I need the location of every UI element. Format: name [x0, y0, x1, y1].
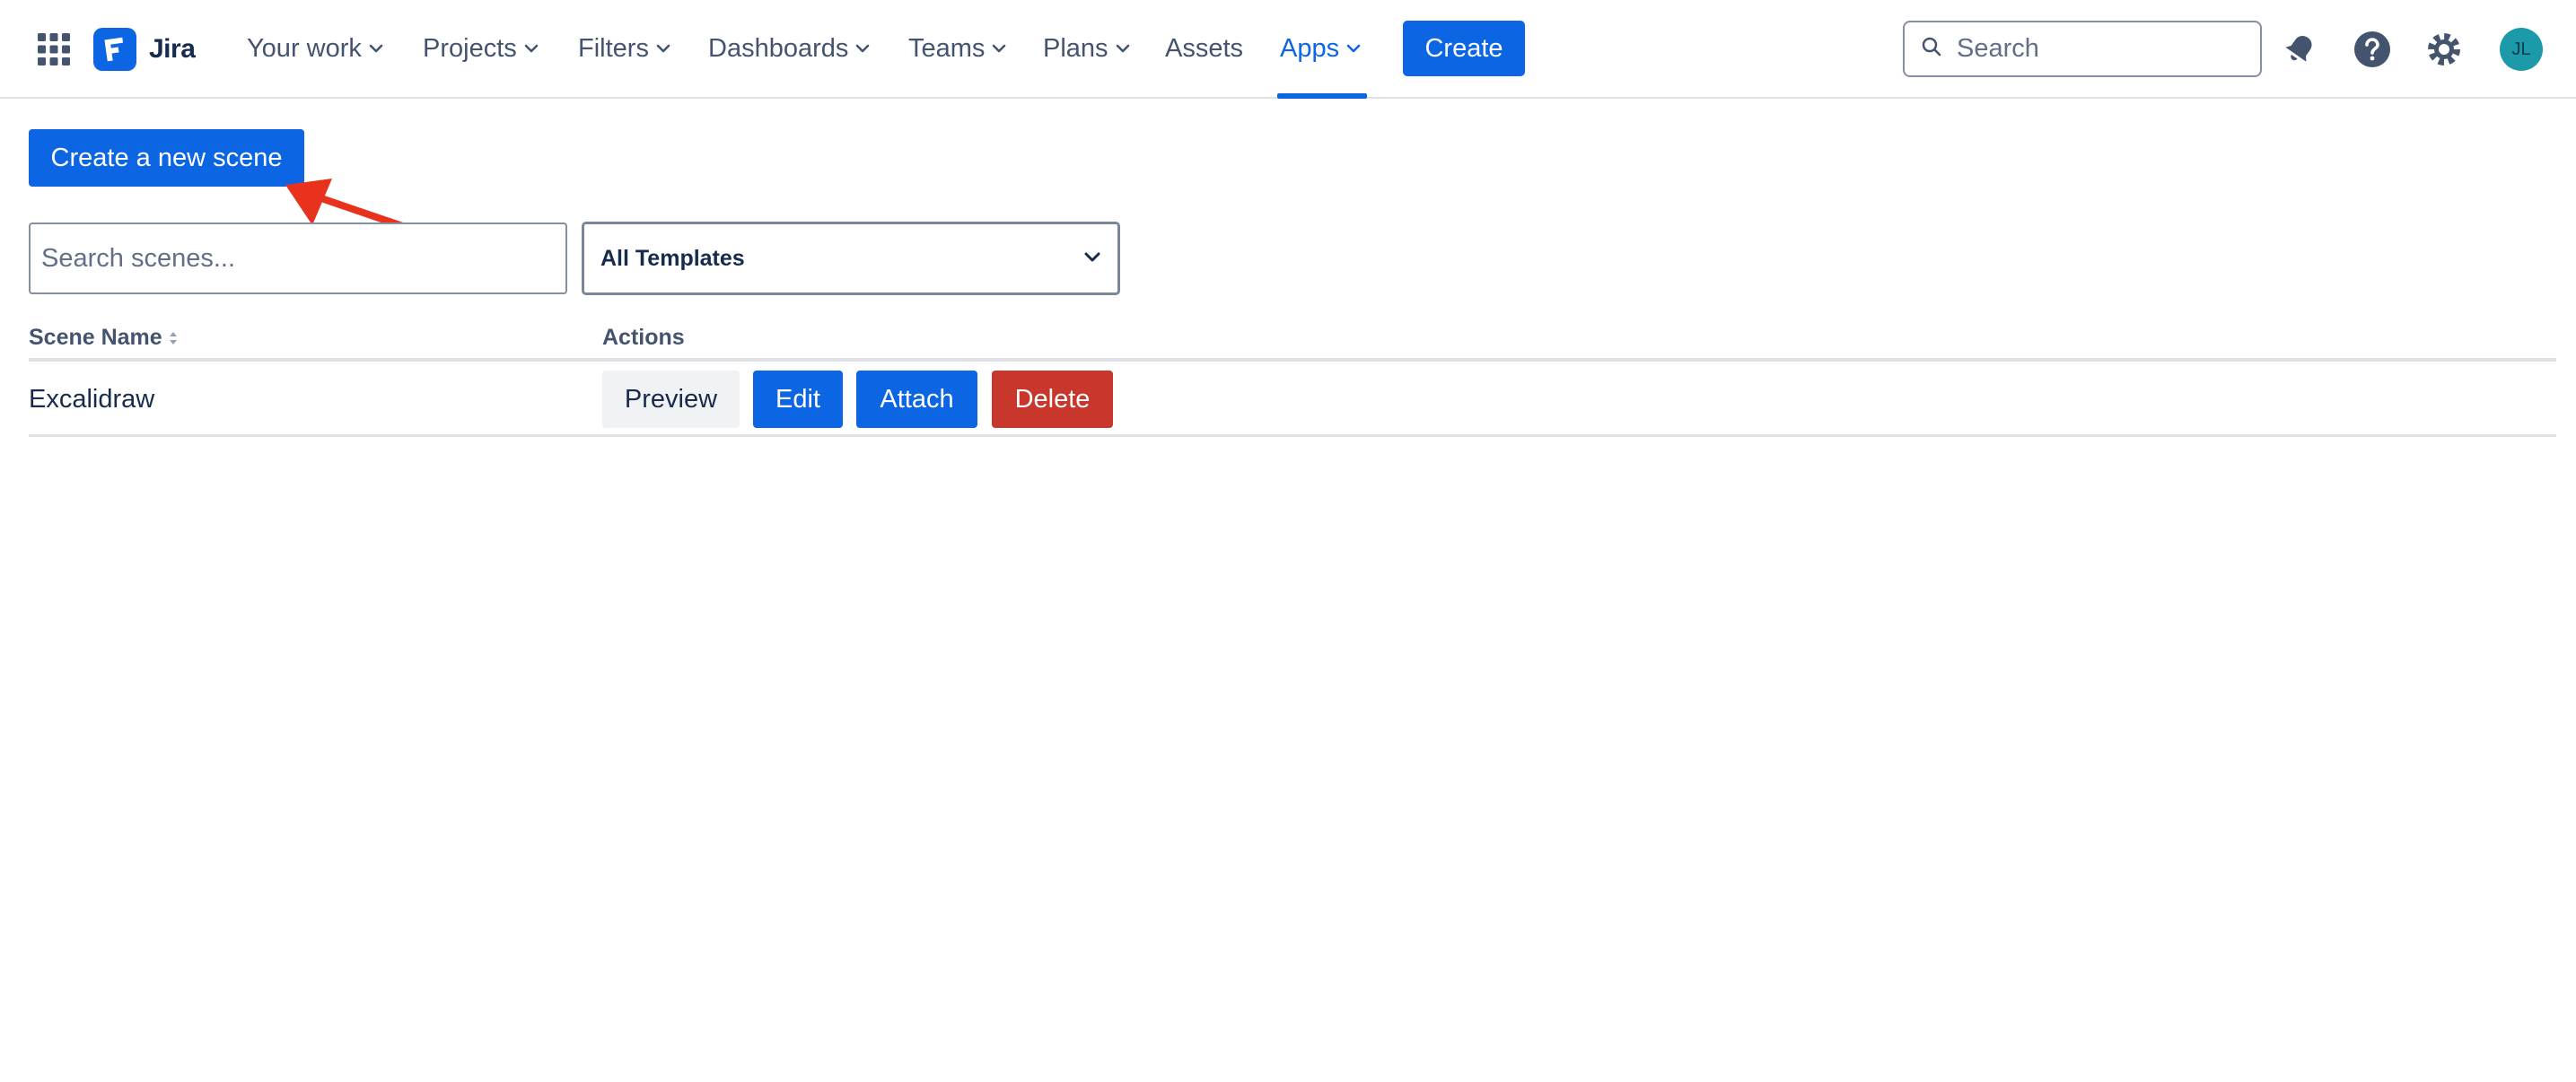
column-header-actions-label: Actions — [602, 325, 685, 350]
create-new-scene-button[interactable]: Create a new scene — [29, 129, 304, 187]
active-nav-indicator — [1277, 93, 1367, 99]
nav-apps-label: Apps — [1280, 33, 1340, 63]
nav-filters-label: Filters — [578, 33, 649, 63]
jira-logo-icon — [93, 28, 136, 71]
chevron-down-icon — [855, 43, 870, 54]
column-header-actions: Actions — [602, 325, 685, 351]
template-filter-select[interactable]: All Templates — [582, 222, 1120, 295]
nav-filters[interactable]: Filters — [578, 0, 670, 97]
nav-plans-label: Plans — [1043, 33, 1108, 63]
preview-button[interactable]: Preview — [602, 371, 740, 428]
nav-assets[interactable]: Assets — [1165, 0, 1243, 97]
template-filter-value: All Templates — [600, 245, 745, 271]
search-icon — [1921, 36, 1942, 62]
global-search[interactable] — [1903, 21, 2262, 77]
help-icon[interactable] — [2353, 30, 2392, 69]
column-header-scene-name[interactable]: Scene Name — [29, 325, 179, 351]
top-navigation: Jira Your work Projects Filters Dashboar… — [0, 0, 2576, 99]
chevron-down-icon — [1083, 250, 1101, 267]
nav-teams[interactable]: Teams — [908, 0, 1006, 97]
global-search-input[interactable] — [1955, 33, 2246, 65]
table-row-divider — [29, 434, 2556, 437]
scene-name-cell: Excalidraw — [29, 384, 155, 414]
brand-name: Jira — [149, 34, 196, 64]
chevron-down-icon — [369, 43, 383, 54]
app-switcher-icon[interactable] — [36, 31, 72, 67]
nav-dashboards[interactable]: Dashboards — [708, 0, 870, 97]
edit-button[interactable]: Edit — [753, 371, 843, 428]
chevron-down-icon — [1346, 43, 1361, 54]
chevron-down-icon — [992, 43, 1006, 54]
settings-icon[interactable] — [2424, 30, 2464, 69]
nav-apps[interactable]: Apps — [1280, 0, 1361, 97]
nav-assets-label: Assets — [1165, 33, 1244, 63]
nav-dashboards-label: Dashboards — [708, 33, 849, 63]
chevron-down-icon — [656, 43, 670, 54]
chevron-down-icon — [1116, 43, 1130, 54]
nav-your-work-label: Your work — [247, 33, 362, 63]
delete-button[interactable]: Delete — [992, 371, 1113, 428]
jira-logo[interactable]: Jira — [93, 27, 196, 72]
notifications-icon[interactable] — [2280, 30, 2319, 69]
nav-teams-label: Teams — [908, 33, 986, 63]
create-button[interactable]: Create — [1403, 21, 1525, 76]
nav-projects[interactable]: Projects — [423, 0, 539, 97]
nav-plans[interactable]: Plans — [1043, 0, 1130, 97]
nav-projects-label: Projects — [423, 33, 517, 63]
scene-search-input[interactable] — [29, 223, 567, 294]
avatar[interactable]: JL — [2500, 28, 2543, 71]
table-header-divider — [29, 358, 2556, 362]
chevron-down-icon — [524, 43, 539, 54]
column-header-scene-name-label: Scene Name — [29, 325, 162, 350]
app-root: Jira Your work Projects Filters Dashboar… — [0, 0, 2576, 1082]
attach-button[interactable]: Attach — [856, 371, 977, 428]
nav-your-work[interactable]: Your work — [247, 0, 383, 97]
sort-icon[interactable] — [168, 330, 179, 346]
